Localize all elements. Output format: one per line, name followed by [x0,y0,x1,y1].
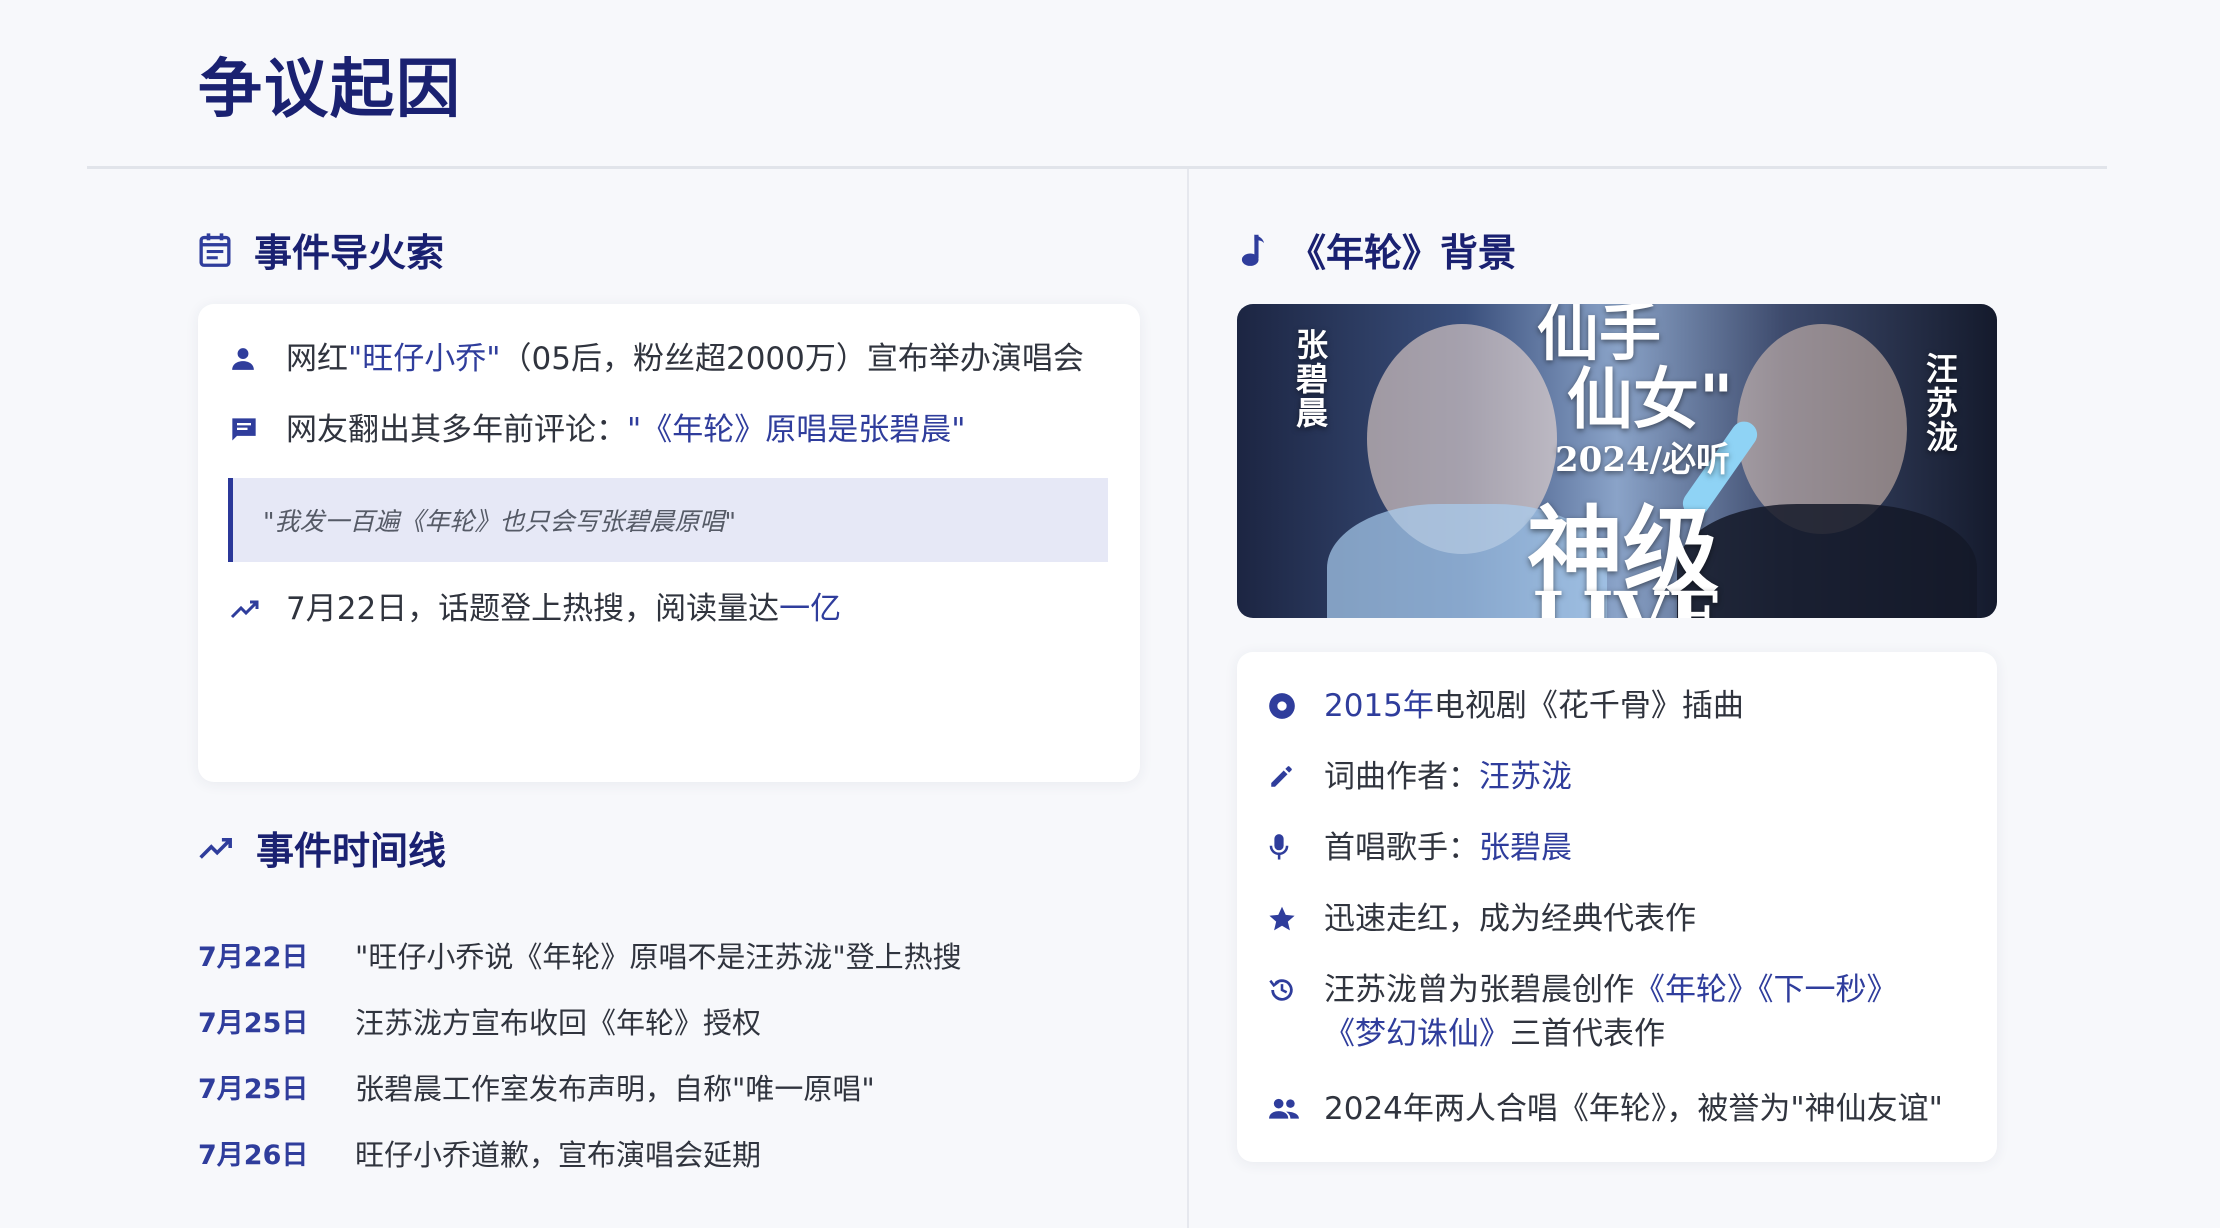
calendar-icon [198,232,232,268]
fact-row-2: 词曲作者：汪苏泷 [1268,755,1572,799]
title-divider [87,166,2107,169]
timeline-text: 汪苏泷方宣布收回《年轮》授权 [355,1006,762,1040]
fact-row-4: 迅速走红，成为经典代表作 [1268,897,1696,941]
fact-row-6: 2024年两人合唱《年轮》，被誉为"神仙友谊" [1268,1087,1943,1131]
disc-icon [1268,684,1304,728]
singer-right-jacket [1677,504,1977,618]
timeline-text: 旺仔小乔道歉，宣布演唱会延期 [355,1138,762,1172]
trigger-row-2-text: 网友翻出其多年前评论："《年轮》原唱是张碧晨" [286,412,966,448]
history-icon [1268,968,1304,1012]
person-icon [230,337,266,381]
trigger-row-1: 网红"旺仔小乔"（05后，粉丝超2000万）宣布举办演唱会 [230,337,1084,381]
timeline-date: 7月22日 [198,942,309,973]
song-banner-image: 张碧晨 汪苏泷 仙手 仙女" 2024/必听 神级 LIVE [1237,304,1997,618]
music-note-icon [1240,232,1266,268]
trigger-row-3: 7月22日，话题登上热搜，阅读量达一亿 [230,587,841,631]
people-icon [1268,1087,1304,1131]
microphone-icon [1268,826,1304,870]
banner-line-5: LIVE [1532,576,1722,618]
trigger-heading: 事件导火索 [198,222,444,277]
fact-row-5: 汪苏泷曾为张碧晨创作《年轮》《下一秒》 《梦幻诛仙》三首代表作 [1268,968,1968,1056]
background-heading: 《年轮》背景 [1240,222,1516,277]
timeline-date: 7月25日 [198,1008,309,1039]
trigger-row-2: 网友翻出其多年前评论："《年轮》原唱是张碧晨" [230,408,966,452]
singer-right-portrait [1737,324,1907,534]
quote-block: "我发一百遍《年轮》也只会写张碧晨原唱" [228,478,1108,562]
page-title: 争议起因 [198,53,462,127]
fact-row-6-text: 2024年两人合唱《年轮》，被誉为"神仙友谊" [1324,1091,1943,1127]
banner-name-left: 张碧晨 [1291,328,1329,430]
column-divider [1187,169,1189,1228]
star-icon [1268,897,1304,941]
fact-row-2-text: 词曲作者：汪苏泷 [1324,759,1572,795]
trending-icon [198,835,234,861]
trending-icon [230,587,266,631]
timeline-date: 7月26日 [198,1140,309,1171]
fact-row-1: 2015年电视剧《花千骨》插曲 [1268,684,1744,728]
trigger-row-1-text: 网红"旺仔小乔"（05后，粉丝超2000万）宣布举办演唱会 [286,341,1084,377]
background-heading-text: 《年轮》背景 [1288,231,1517,275]
timeline-text: "旺仔小乔说《年轮》原唱不是汪苏泷"登上热搜 [355,940,962,974]
comment-icon [230,408,266,452]
banner-name-right: 汪苏泷 [1921,352,1959,454]
fact-row-4-text: 迅速走红，成为经典代表作 [1324,901,1696,937]
fact-row-3-text: 首唱歌手：张碧晨 [1324,830,1572,866]
timeline-date: 7月25日 [198,1074,309,1105]
fact-row-1-text: 2015年电视剧《花千骨》插曲 [1324,688,1744,724]
banner-line-2: 仙女" [1567,361,1734,438]
trigger-heading-text: 事件导火索 [254,231,445,275]
pencil-icon [1268,755,1304,799]
fact-row-3: 首唱歌手：张碧晨 [1268,826,1572,870]
fact-row-5-text: 汪苏泷曾为张碧晨创作《年轮》《下一秒》 《梦幻诛仙》三首代表作 [1324,972,1898,1052]
quote-text: "我发一百遍《年轮》也只会写张碧晨原唱" [263,507,736,536]
timeline-heading: 事件时间线 [198,820,446,875]
trigger-row-3-text: 7月22日，话题登上热搜，阅读量达一亿 [286,591,842,627]
timeline-text: 张碧晨工作室发布声明，自称"唯一原唱" [355,1072,875,1106]
timeline-heading-text: 事件时间线 [256,829,447,873]
